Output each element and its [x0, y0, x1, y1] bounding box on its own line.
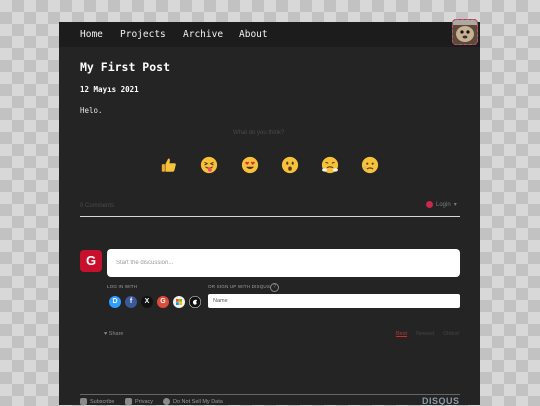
footer-divider: [80, 394, 460, 395]
divider: [80, 216, 460, 217]
x-login-icon[interactable]: X: [141, 296, 153, 308]
do-not-sell-label: Do Not Sell My Data: [173, 398, 223, 405]
nav-about-link[interactable]: About: [239, 29, 268, 40]
heart-eyes-icon[interactable]: [241, 156, 259, 174]
user-avatar: G: [80, 250, 102, 272]
subscribe-link[interactable]: Subscribe: [80, 398, 114, 405]
subscribe-label: Subscribe: [90, 398, 115, 405]
comments-count: 0 Comments: [80, 203, 115, 209]
login-button[interactable]: Login ▾: [426, 201, 457, 208]
avatar[interactable]: [452, 19, 478, 45]
heart-icon: ♥: [104, 331, 108, 337]
disqus-logo-icon: [426, 201, 433, 208]
share-label: Share: [108, 331, 124, 337]
facebook-login-icon[interactable]: f: [125, 296, 137, 308]
google-login-icon[interactable]: G: [157, 296, 169, 308]
post-body: Helo.: [80, 106, 103, 115]
microsoft-login-icon[interactable]: [173, 296, 185, 308]
post-date: 12 Mayıs 2021: [80, 85, 139, 94]
sign-up-label: OR SIGN UP WITH DISQUS: [208, 284, 271, 289]
nav-home-link[interactable]: Home: [80, 29, 103, 40]
tongue-squint-icon[interactable]: [200, 156, 218, 174]
info-icon: [163, 398, 170, 405]
privacy-label: Privacy: [135, 398, 154, 405]
page: Home Projects Archive About My First Pos…: [59, 19, 480, 406]
sort-newest[interactable]: Newest: [416, 331, 434, 337]
reaction-prompt: What do you think?: [233, 130, 285, 136]
mail-icon: [80, 398, 87, 405]
share-button[interactable]: ♥ Share: [104, 331, 123, 337]
disqus-thread: What do you think? 0 Comments Login ▾ G: [80, 130, 460, 406]
log-in-with-label: LOG IN WITH: [107, 284, 138, 289]
chevron-down-icon: ▾: [453, 202, 457, 208]
sad-tear-icon[interactable]: [361, 156, 379, 174]
disqus-login-icon[interactable]: D: [109, 296, 121, 308]
surprised-icon[interactable]: [281, 156, 299, 174]
top-nav: Home Projects Archive About: [59, 19, 480, 47]
steam-nose-icon[interactable]: [321, 156, 339, 174]
do-not-sell-link[interactable]: Do Not Sell My Data: [163, 398, 223, 405]
sort-oldest[interactable]: Oldest: [443, 331, 459, 337]
nav-projects-link[interactable]: Projects: [120, 29, 166, 40]
thumbs-up-icon[interactable]: [160, 156, 178, 174]
login-label: Login: [436, 201, 451, 208]
lock-icon: [125, 398, 132, 405]
privacy-link[interactable]: Privacy: [125, 398, 153, 405]
nav-archive-link[interactable]: Archive: [183, 29, 223, 40]
apple-login-icon[interactable]: [189, 296, 201, 308]
help-icon[interactable]: ?: [270, 283, 279, 292]
comment-input[interactable]: [107, 249, 460, 277]
name-input[interactable]: [208, 294, 460, 308]
sort-best[interactable]: Best: [396, 331, 407, 337]
post-title: My First Post: [80, 60, 171, 74]
